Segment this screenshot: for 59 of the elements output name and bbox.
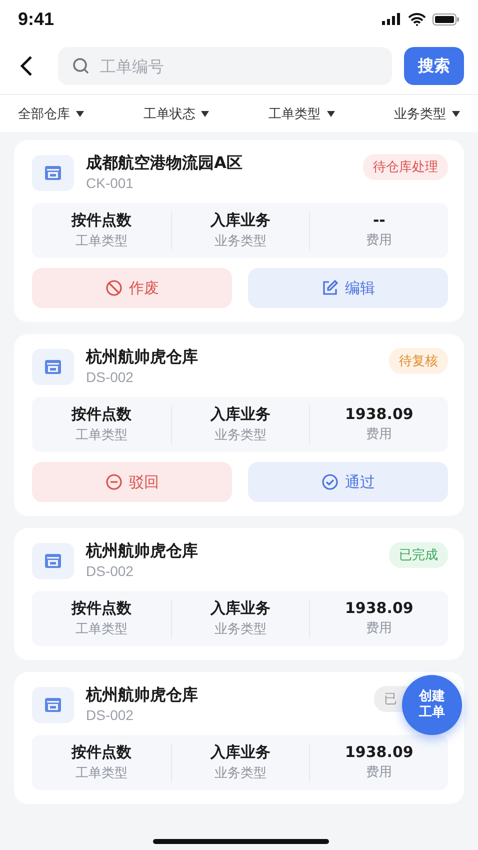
action-button[interactable]: 编辑 bbox=[248, 268, 448, 308]
field-value: 1938.09 bbox=[345, 405, 414, 423]
caret-icon bbox=[326, 110, 335, 116]
filter-dropdown[interactable]: 工单类型 bbox=[268, 104, 335, 122]
order-code: CK-001 bbox=[86, 174, 134, 193]
wifi-icon bbox=[408, 12, 426, 26]
field-label: 工单类型 bbox=[75, 233, 128, 250]
field-label: 工单类型 bbox=[75, 427, 128, 444]
warehouse-name: 杭州航帅虎仓库 bbox=[86, 346, 199, 367]
field-value: 按件点数 bbox=[71, 743, 132, 762]
action-button[interactable]: 通过 bbox=[248, 462, 448, 502]
field-label: 费用 bbox=[366, 620, 392, 637]
status-time: 9:41 bbox=[18, 8, 54, 30]
field-value: 1938.09 bbox=[345, 599, 414, 617]
search-button[interactable]: 搜索 bbox=[404, 47, 464, 85]
warehouse-name: 杭州航帅虎仓库 bbox=[86, 684, 199, 705]
field-label: 业务类型 bbox=[214, 621, 266, 638]
field-value: 入库业务 bbox=[210, 599, 270, 618]
ban-icon bbox=[105, 279, 123, 297]
search-field[interactable]: 工单编号 bbox=[58, 47, 392, 85]
order-code: DS-002 bbox=[86, 706, 134, 725]
field-value: -- bbox=[372, 211, 386, 229]
field-label: 业务类型 bbox=[214, 233, 266, 250]
field-label: 业务类型 bbox=[214, 765, 266, 782]
field-value: 按件点数 bbox=[71, 211, 132, 230]
field-value: 入库业务 bbox=[210, 743, 270, 762]
action-button[interactable]: 驳回 bbox=[32, 462, 232, 502]
field-label: 工单类型 bbox=[75, 765, 128, 782]
caret-icon bbox=[201, 110, 210, 116]
status-badge: 待仓库处理 bbox=[363, 154, 448, 180]
field-value: 1938.09 bbox=[345, 743, 414, 761]
field-value: 入库业务 bbox=[210, 211, 270, 230]
signal-icon bbox=[382, 13, 402, 25]
field-label: 费用 bbox=[366, 764, 392, 781]
warehouse-name: 杭州航帅虎仓库 bbox=[86, 540, 199, 561]
filter-dropdown[interactable]: 全部仓库 bbox=[18, 104, 84, 122]
caret-icon bbox=[76, 110, 84, 116]
field-value: 按件点数 bbox=[71, 599, 132, 618]
action-button[interactable]: 作废 bbox=[32, 268, 232, 308]
field-label: 费用 bbox=[366, 426, 392, 443]
field-label: 业务类型 bbox=[214, 427, 266, 444]
field-label: 费用 bbox=[366, 232, 392, 249]
field-label: 工单类型 bbox=[75, 621, 128, 638]
status-badge: 待复核 bbox=[389, 348, 448, 374]
warehouse-name: 成都航空港物流园A区 bbox=[86, 152, 244, 173]
order-code: DS-002 bbox=[86, 562, 134, 581]
back-icon bbox=[19, 55, 33, 77]
minus-circle-icon bbox=[105, 473, 123, 491]
edit-icon bbox=[321, 279, 339, 297]
battery-icon bbox=[432, 12, 460, 26]
field-value: 入库业务 bbox=[210, 405, 270, 424]
filter-dropdown[interactable]: 工单状态 bbox=[143, 104, 210, 122]
search-icon bbox=[72, 57, 90, 75]
filter-dropdown[interactable]: 业务类型 bbox=[394, 104, 460, 122]
status-badge: 已完成 bbox=[389, 542, 448, 568]
field-value: 按件点数 bbox=[71, 405, 132, 424]
order-code: DS-002 bbox=[86, 368, 134, 387]
caret-icon bbox=[452, 110, 460, 116]
check-circle-icon bbox=[321, 473, 339, 491]
